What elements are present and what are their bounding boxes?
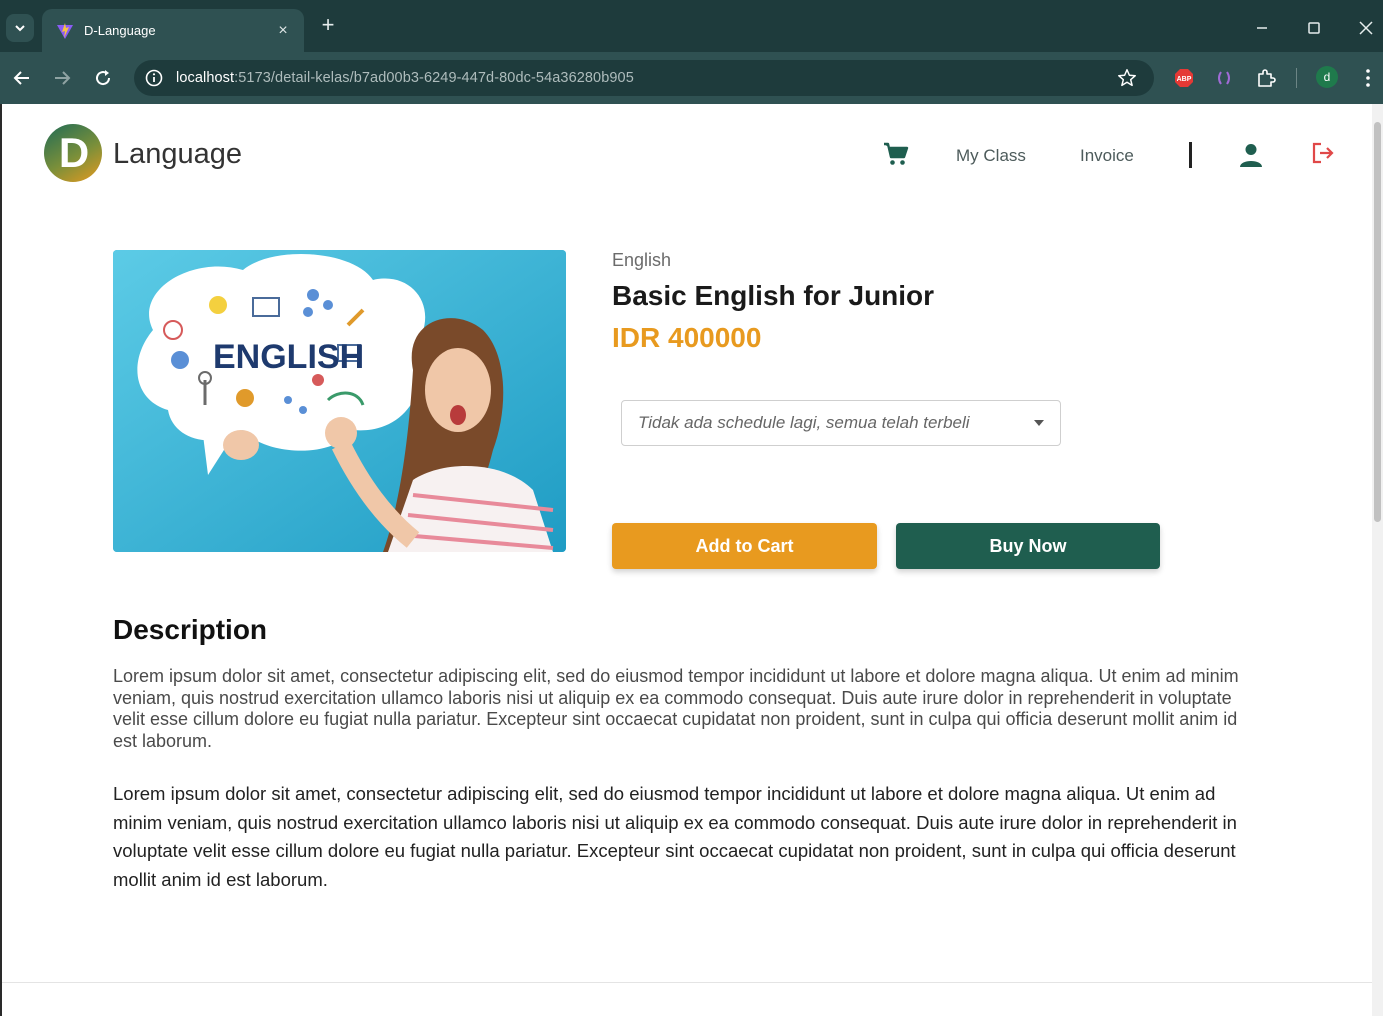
description-paragraph-2: Lorem ipsum dolor sit amet, consectetur … xyxy=(113,783,1237,890)
logo-letter: D xyxy=(58,129,90,176)
schedule-select[interactable]: Tidak ada schedule lagi, semua telah ter… xyxy=(621,400,1061,446)
maximize-icon[interactable] xyxy=(1302,16,1326,40)
bookmark-star-icon[interactable] xyxy=(1116,67,1138,89)
tab-search-button[interactable] xyxy=(6,14,34,42)
profile-avatar[interactable]: d xyxy=(1316,66,1338,88)
kebab-menu-icon[interactable] xyxy=(1356,66,1380,90)
new-tab-button[interactable]: + xyxy=(316,14,340,38)
description-paragraph-1: Lorem ipsum dolor sit amet, consectetur … xyxy=(113,666,1239,751)
adblock-icon[interactable]: ABP xyxy=(1172,66,1196,90)
page-viewport: D Language My Class Invoice ENGLISH Engl… xyxy=(0,104,1383,1016)
description-heading: Description xyxy=(113,614,268,645)
address-bar[interactable]: localhost:5173/detail-kelas/b7ad00b3-624… xyxy=(134,60,1154,96)
back-arrow-icon[interactable] xyxy=(10,66,34,90)
minimize-icon[interactable] xyxy=(1250,16,1274,40)
chevron-down-icon xyxy=(15,25,25,32)
browser-tab[interactable]: D-Language × xyxy=(42,9,304,52)
user-icon[interactable] xyxy=(1237,141,1265,169)
browser-tabstrip: D-Language × + xyxy=(0,0,1383,52)
logo[interactable]: D xyxy=(44,124,102,182)
close-window-icon[interactable] xyxy=(1354,16,1378,40)
footer-divider xyxy=(2,982,1372,983)
browser-toolbar: localhost:5173/detail-kelas/b7ad00b3-624… xyxy=(0,52,1383,104)
brand-name[interactable]: Language xyxy=(113,138,242,171)
nav-invoice[interactable]: Invoice xyxy=(1080,146,1134,166)
site-info-icon[interactable] xyxy=(144,68,164,88)
tab-title: D-Language xyxy=(84,23,156,38)
buy-now-button[interactable]: Buy Now xyxy=(896,523,1160,569)
url-path: :5173/detail-kelas/b7ad00b3-6249-447d-80… xyxy=(234,70,634,86)
cart-icon[interactable] xyxy=(882,140,910,168)
course-illustration: ENGLISH xyxy=(113,250,566,552)
puzzle-icon[interactable] xyxy=(1254,66,1278,90)
course-title: Basic English for Junior xyxy=(612,280,935,311)
window-border xyxy=(0,104,2,1016)
url-text: localhost:5173/detail-kelas/b7ad00b3-624… xyxy=(176,70,634,86)
page-scrollbar[interactable] xyxy=(1372,104,1383,1016)
caret-down-icon xyxy=(1034,420,1044,426)
course-category: English xyxy=(612,250,672,270)
image-english-word: ENGLISH xyxy=(213,338,364,376)
course-image: ENGLISH xyxy=(113,250,566,552)
bracket-extension-icon[interactable] xyxy=(1212,66,1236,90)
schedule-select-value: Tidak ada schedule lagi, semua telah ter… xyxy=(638,413,970,432)
url-host: localhost xyxy=(176,70,235,86)
add-to-cart-button[interactable]: Add to Cart xyxy=(612,523,877,569)
vite-favicon-icon xyxy=(57,22,73,39)
nav-divider xyxy=(1189,142,1192,168)
scrollbar-thumb[interactable] xyxy=(1374,122,1381,522)
forward-arrow-icon[interactable] xyxy=(50,66,74,90)
reload-icon[interactable] xyxy=(91,66,115,90)
logout-icon[interactable] xyxy=(1310,140,1336,166)
toolbar-divider xyxy=(1296,68,1297,88)
course-price: IDR 400000 xyxy=(612,322,762,353)
nav-my-class[interactable]: My Class xyxy=(956,146,1026,166)
tab-close-icon[interactable]: × xyxy=(274,22,292,40)
svg-text:ABP: ABP xyxy=(1177,76,1192,83)
